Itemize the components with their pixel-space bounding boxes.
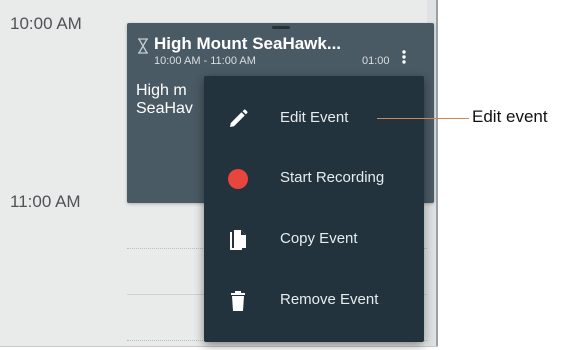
- menu-item-label: Start Recording: [280, 169, 385, 186]
- event-title: High Mount SeaHawk...: [154, 34, 342, 53]
- callout-label: Edit event: [472, 107, 548, 126]
- menu-item-label: Edit Event: [280, 109, 349, 126]
- resize-handle[interactable]: [272, 26, 290, 29]
- event-time-range: 10:00 AM - 11:00 AM: [154, 55, 256, 67]
- time-label-11am: 11:00 AM: [10, 192, 81, 211]
- callout-leader-line: [377, 118, 469, 119]
- menu-item-copy-event[interactable]: Copy Event: [204, 210, 424, 270]
- time-label-10am: 10:00 AM: [10, 14, 82, 33]
- menu-item-label: Remove Event: [280, 291, 379, 308]
- hourglass-icon: [138, 38, 148, 54]
- calendar-day-view: 10:00 AM 11:00 AM High Mount SeaHawk... …: [0, 0, 438, 347]
- event-context-menu: Edit Event Start Recording Copy Event Re…: [204, 76, 424, 342]
- more-vertical-icon[interactable]: [397, 48, 411, 66]
- menu-item-start-recording[interactable]: Start Recording: [204, 149, 424, 209]
- scrollbar-divider: [436, 0, 438, 346]
- menu-item-edit-event[interactable]: Edit Event: [204, 89, 424, 149]
- pencil-icon: [230, 109, 248, 127]
- menu-item-label: Copy Event: [280, 230, 358, 247]
- menu-item-remove-event[interactable]: Remove Event: [204, 271, 424, 331]
- trash-icon: [231, 291, 245, 311]
- copy-icon: [230, 230, 246, 250]
- record-dot-icon: [228, 169, 248, 189]
- event-duration: 01:00: [362, 55, 390, 67]
